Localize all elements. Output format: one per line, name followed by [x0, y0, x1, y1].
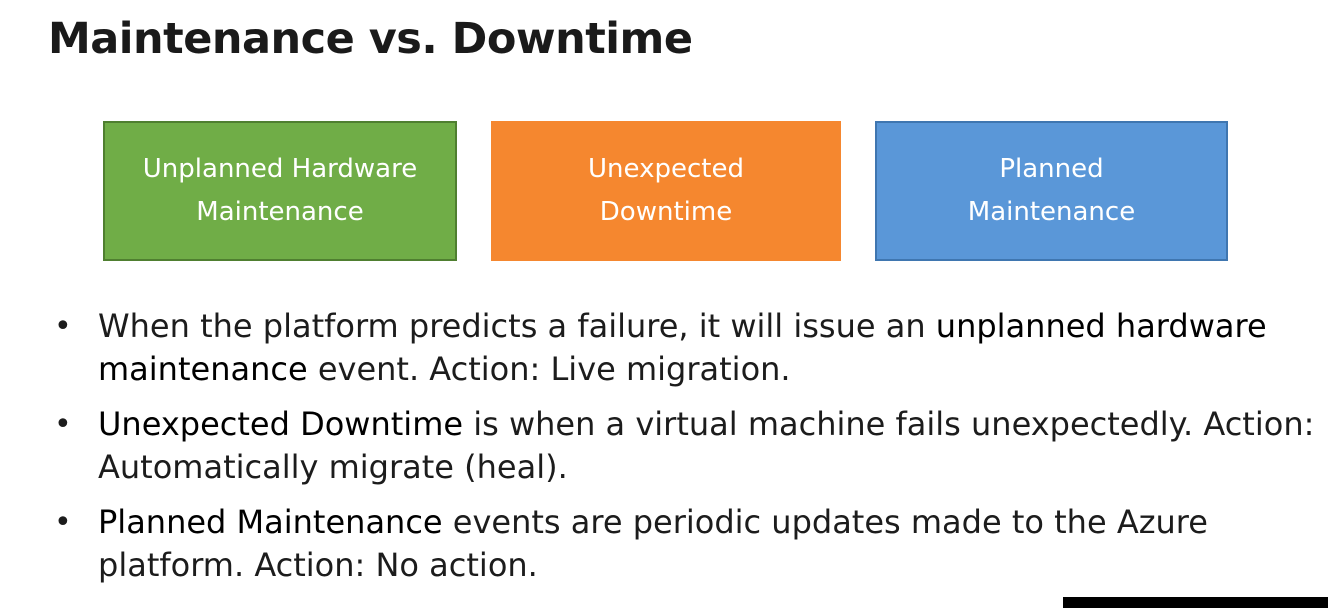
bullet-marker: • [54, 309, 72, 344]
bullet-item-unexpected-downtime: • Unexpected Downtime is when a virtual m… [48, 403, 1318, 489]
bullet-emphasis: Unexpected Downtime [98, 405, 464, 443]
unplanned-hardware-maintenance-box: Unplanned Hardware Maintenance [103, 121, 457, 261]
bullet-marker: • [54, 407, 72, 442]
bullet-marker: • [54, 505, 72, 540]
bullet-list: • When the platform predicts a failure, i… [48, 305, 1318, 599]
corner-black-bar [1063, 597, 1328, 608]
unexpected-downtime-box: Unexpected Downtime [491, 121, 841, 261]
bullet-text-post: event. Action: Live migration. [307, 350, 791, 388]
bullet-emphasis: Planned Maintenance [98, 503, 443, 541]
planned-maintenance-box: Planned Maintenance [875, 121, 1228, 261]
slide-title: Maintenance vs. Downtime [48, 14, 693, 64]
bullet-text-pre: When the platform predicts a failure, it… [98, 307, 936, 345]
bullet-item-planned-maintenance: • Planned Maintenance events are periodic… [48, 501, 1318, 587]
bullet-item-unplanned-hardware: • When the platform predicts a failure, i… [48, 305, 1318, 391]
